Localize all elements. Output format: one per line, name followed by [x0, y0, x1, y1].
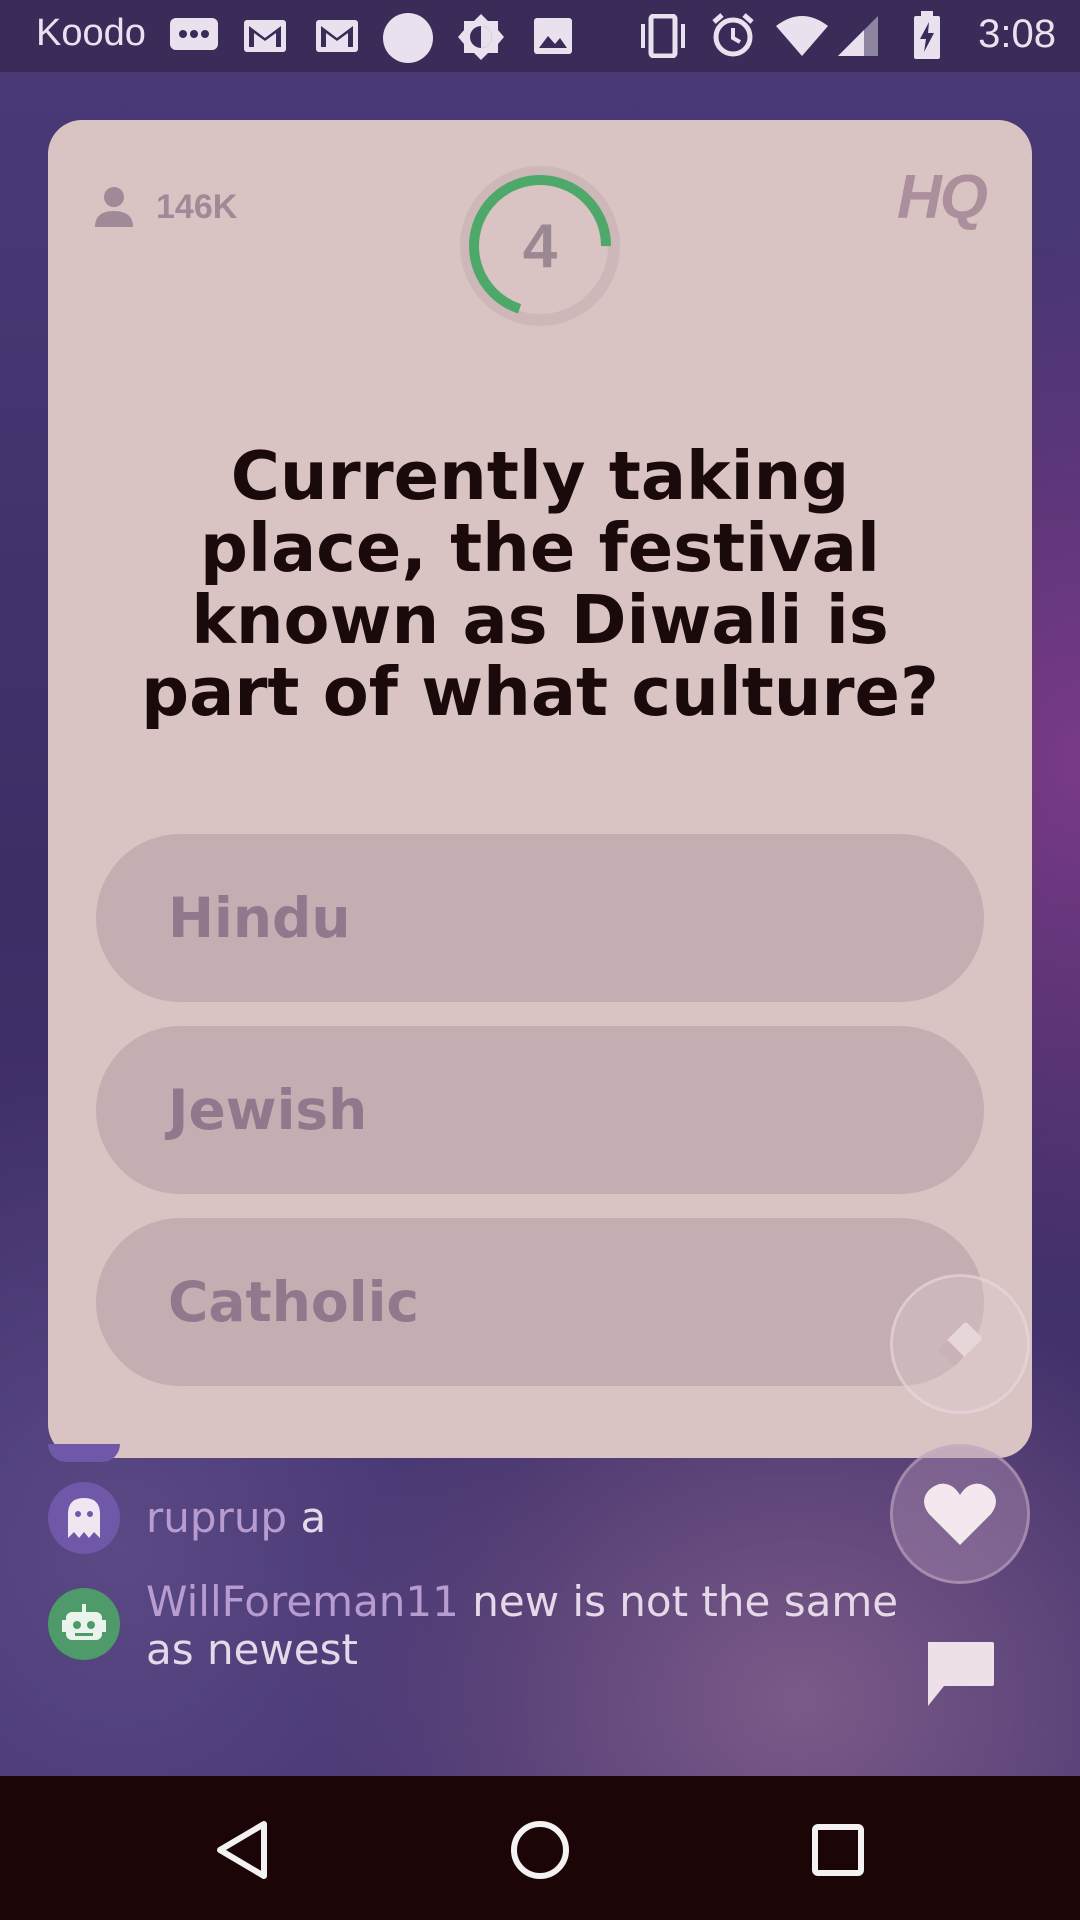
chat-message-text: WillForeman11 new is not the same as new…: [146, 1578, 946, 1674]
wifi-icon: [776, 16, 828, 56]
user-avatar: [48, 1588, 120, 1660]
answer-option-3[interactable]: Catholic: [96, 1218, 984, 1386]
chat-username: ruprup: [146, 1493, 288, 1542]
robot-icon: [62, 1604, 106, 1640]
answer-option-1[interactable]: Hindu: [96, 834, 984, 1002]
carrier-name: Koodo: [36, 12, 146, 54]
status-bar: Koodo 3:08: [0, 0, 1080, 72]
hq-logo: HQ: [897, 163, 988, 232]
chat-message-text: ruprup a: [146, 1494, 946, 1542]
signal-icon: [838, 16, 878, 56]
messages-icon: [170, 18, 218, 50]
person-icon: [95, 187, 133, 227]
question-card: 146K 4 HQ Currently taking place, the fe…: [48, 120, 1032, 1458]
battery-charging-icon: [914, 11, 940, 59]
gmail-icon: [316, 20, 358, 52]
image-icon: [534, 18, 572, 54]
chat-body: a: [300, 1493, 327, 1542]
gmail-icon: [244, 20, 286, 52]
circle-icon: [383, 13, 433, 63]
home-button[interactable]: [510, 1820, 570, 1880]
navigation-bar: [0, 1776, 1080, 1920]
answer-label: Jewish: [168, 1078, 368, 1142]
recents-button[interactable]: [812, 1824, 864, 1876]
answer-label: Hindu: [168, 886, 351, 950]
viewer-count-label: 146K: [156, 187, 238, 226]
answer-label: Catholic: [168, 1270, 420, 1334]
ghost-icon: [68, 1498, 100, 1538]
chat-message: WillForeman11 new is not the same as new…: [48, 1578, 946, 1674]
alarm-icon: [712, 13, 754, 57]
answer-option-2[interactable]: Jewish: [96, 1026, 984, 1194]
chat-message: ruprup a: [48, 1482, 946, 1554]
clock: 3:08: [978, 12, 1056, 56]
eraser-icon: [938, 1322, 982, 1366]
brightness-icon: [458, 14, 504, 60]
vibrate-icon: [641, 14, 685, 58]
back-button[interactable]: [214, 1820, 270, 1880]
question-text: Currently taking place, the festival kno…: [141, 437, 939, 731]
chat-username: WillForeman11: [146, 1577, 459, 1626]
timer-value: 4: [522, 211, 558, 281]
hidden-chat-avatar: [48, 1444, 120, 1462]
viewer-count: 146K: [94, 182, 237, 232]
user-avatar: [48, 1482, 120, 1554]
countdown-timer: 4: [458, 164, 622, 328]
eraser-button[interactable]: [890, 1274, 1030, 1414]
